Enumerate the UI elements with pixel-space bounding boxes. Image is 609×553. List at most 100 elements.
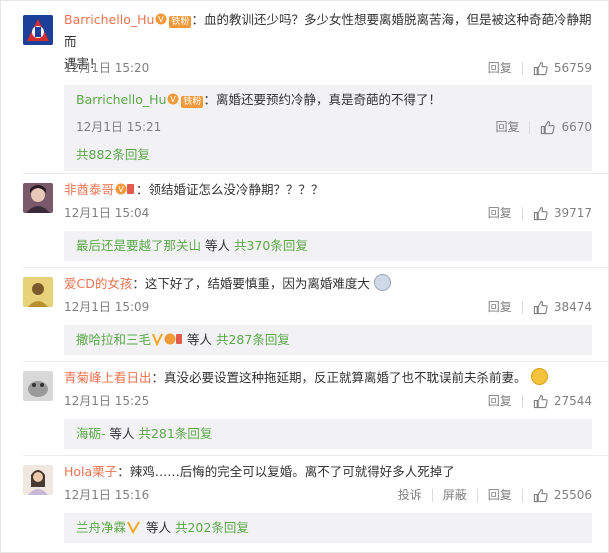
like-count: 27544 [553, 394, 592, 408]
reply-user[interactable]: 海砺- [76, 426, 106, 441]
thumbs-up-icon [533, 61, 548, 75]
reply-user[interactable]: 兰舟净霖 [76, 520, 126, 535]
sub-reply-box: 最后还是要越了那关山 等人 共370条回复 [64, 231, 592, 261]
vip-badge-icon: V [155, 13, 167, 25]
like-button[interactable]: 27544 [533, 391, 592, 411]
comment-body: ：真没必要设置这种拖延期，反正就算离婚了也不耽误前夫杀前妻。 [151, 370, 527, 385]
avatar[interactable] [23, 15, 53, 45]
report-button[interactable]: 投诉 [398, 485, 422, 505]
comment-text: Barrichello_Hu V 铁粉 ：血的教训还少吗？多少女性想要离婚脱离苦海，但… [64, 9, 592, 53]
comment-time: 12月1日 15:09 [64, 300, 150, 314]
fan-badge: 铁粉 [181, 96, 204, 108]
comment-username[interactable]: Hola栗子 [64, 464, 117, 479]
reply-button[interactable]: 回复 [488, 203, 512, 223]
divider [476, 488, 478, 502]
vip-badge-icon: V [115, 183, 135, 195]
divider [529, 120, 531, 134]
reply-button[interactable]: 回复 [488, 485, 512, 505]
reply-count[interactable]: 共287条回复 [216, 332, 290, 347]
reply-others-label: 等人 [105, 426, 139, 441]
reply-button[interactable]: 回复 [495, 117, 519, 137]
comment-list: Barrichello_Hu V 铁粉 ：血的教训还少吗？多少女性想要离婚脱离苦海，但… [0, 0, 609, 553]
thumbs-up-icon [533, 206, 548, 220]
comment-username[interactable]: 非酋泰哥 [64, 182, 114, 197]
sub-reply-box: Barrichello_Hu V 铁粉 ：离婚还要预约冷静，真是奇葩的不得了！ 12月… [64, 85, 592, 171]
sub-reply-box: 海砺- 等人 共281条回复 [64, 419, 592, 449]
comment-time: 12月1日 15:25 [64, 394, 150, 408]
reply-count[interactable]: 共281条回复 [138, 426, 212, 441]
like-button[interactable]: 25506 [533, 485, 592, 505]
thumbs-up-icon [533, 394, 548, 408]
comment-username[interactable]: Barrichello_Hu [64, 12, 154, 27]
more-replies-link[interactable]: 共882条回复 [76, 145, 150, 165]
avatar[interactable] [23, 371, 53, 401]
sub-reply-body: ：离婚还要预约冷静，真是奇葩的不得了！ [203, 92, 441, 107]
thumbs-up-icon [541, 120, 556, 134]
like-button[interactable]: 6670 [540, 117, 592, 137]
reply-user[interactable]: 最后还是要越了那关山 [76, 238, 201, 253]
reply-others-label: 等人 [201, 238, 234, 253]
fan-badge: 铁粉 [169, 16, 192, 28]
like-count: 38474 [553, 300, 592, 314]
reply-others-label: 等人 [142, 520, 175, 535]
svg-text:V: V [118, 185, 124, 194]
like-count: 25506 [553, 488, 592, 502]
divider [521, 300, 523, 314]
comment-text: 非酋泰哥 V ：领结婚证怎么没冷静期？？？？ [64, 179, 592, 201]
divider [23, 173, 608, 174]
comment-username[interactable]: 爱CD的女孩 [64, 276, 132, 291]
verified-v-icon [152, 333, 183, 346]
more-replies-link[interactable]: 兰舟净霖 等人 共202条回复 [76, 518, 249, 538]
sub-reply-username[interactable]: Barrichello_Hu [76, 92, 166, 107]
like-button[interactable]: 56759 [533, 58, 592, 78]
sub-reply-text: Barrichello_Hu V 铁粉 ：离婚还要预约冷静，真是奇葩的不得了！ [76, 89, 441, 111]
comment-text: Hola栗子：辣鸡……后悔的完全可以复婚。离不了可就得好多人死掉了 [64, 461, 592, 483]
divider [521, 206, 523, 220]
like-button[interactable]: 38474 [533, 297, 592, 317]
like-button[interactable]: 39717 [533, 203, 592, 223]
more-replies-link[interactable]: 最后还是要越了那关山 等人 共370条回复 [76, 236, 308, 256]
reply-button[interactable]: 回复 [488, 297, 512, 317]
verified-v-icon [127, 521, 140, 534]
comment-text: 爱CD的女孩：这下好了，结婚要慎重，因为离婚难度大 [64, 273, 592, 295]
reply-others-label: 等人 [183, 332, 216, 347]
comment-body: ：这下好了，结婚要慎重，因为离婚难度大 [132, 276, 370, 291]
reply-button[interactable]: 回复 [488, 58, 512, 78]
thumbs-up-icon [533, 488, 548, 502]
like-count: 6670 [561, 120, 592, 134]
divider [23, 361, 608, 362]
comment-username[interactable]: 青菊峰上看日出 [64, 370, 152, 385]
comment-time: 12月1日 15:04 [64, 206, 150, 220]
divider [521, 61, 523, 75]
sub-reply-box: 撒哈拉和三毛 等人 共287条回复 [64, 325, 592, 355]
thumbs-up-icon [533, 300, 548, 314]
svg-text:V: V [171, 95, 177, 104]
divider [23, 455, 608, 456]
crying-emoji-icon [373, 274, 391, 291]
divider [521, 394, 523, 408]
svg-text:V: V [159, 15, 165, 24]
comment-body: ：领结婚证怎么没冷静期？？？？ [136, 182, 324, 197]
like-count: 39717 [553, 206, 592, 220]
reply-count[interactable]: 共202条回复 [175, 520, 249, 535]
reply-button[interactable]: 回复 [488, 391, 512, 411]
block-button[interactable]: 屏蔽 [443, 485, 467, 505]
sub-reply-time: 12月1日 15:21 [76, 120, 162, 134]
divider [431, 488, 433, 502]
sub-reply-box: 兰舟净霖 等人 共202条回复 [64, 513, 592, 543]
like-count: 56759 [553, 61, 592, 75]
more-replies-link[interactable]: 海砺- 等人 共281条回复 [76, 424, 212, 444]
divider [23, 267, 608, 268]
comment-body: ：辣鸡……后悔的完全可以复婚。离不了可就得好多人死掉了 [117, 464, 455, 479]
reply-count[interactable]: 共370条回复 [234, 238, 308, 253]
vip-badge-icon: V [167, 93, 179, 105]
reply-user[interactable]: 撒哈拉和三毛 [76, 332, 151, 347]
divider [521, 488, 523, 502]
comment-time: 12月1日 15:20 [64, 61, 150, 75]
avatar[interactable] [23, 277, 53, 307]
more-replies-link[interactable]: 撒哈拉和三毛 等人 共287条回复 [76, 330, 290, 350]
comment-time: 12月1日 15:16 [64, 488, 150, 502]
avatar[interactable] [23, 183, 53, 213]
comment-text: 青菊峰上看日出：真没必要设置这种拖延期，反正就算离婚了也不耽误前夫杀前妻。 [64, 367, 592, 389]
avatar[interactable] [23, 465, 53, 495]
